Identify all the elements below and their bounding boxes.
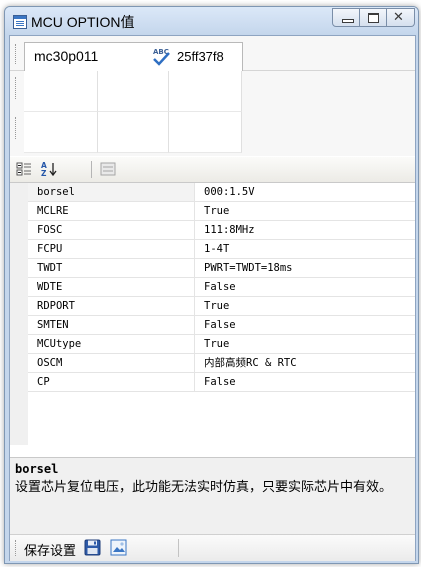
spell-check-icon[interactable]: ABC [150, 45, 172, 67]
client-area: mc30p011 ABC 25ff37f8 A Z borsel 000:1.5… [9, 35, 416, 561]
grid-cell[interactable] [24, 71, 98, 112]
grid-cell[interactable] [24, 112, 98, 153]
grid-cell[interactable] [98, 112, 169, 153]
property-value[interactable]: True [196, 297, 415, 315]
description-pane: borsel 设置芯片复位电压，此功能无法实时仿真，只要实际芯片中有效。 [10, 457, 415, 534]
property-row-mclre[interactable]: MCLRE True [28, 202, 415, 221]
property-grid: borsel 000:1.5V MCLRE True FOSC 111:8MHz… [10, 183, 415, 445]
description-title: borsel [15, 462, 59, 476]
property-name: RDPORT [28, 297, 195, 315]
bottom-toolstrip: 保存设置 [10, 534, 415, 561]
property-name: SMTEN [28, 316, 195, 334]
property-name: FCPU [28, 240, 195, 258]
grid-cell[interactable] [169, 71, 242, 112]
property-name: WDTE [28, 278, 195, 296]
toolbar-separator [91, 161, 92, 178]
property-row-oscm[interactable]: OSCM 内部高频RC & RTC [28, 354, 415, 373]
property-value[interactable]: 000:1.5V [196, 183, 415, 201]
categorized-icon[interactable] [16, 161, 32, 177]
property-value[interactable]: 111:8MHz [196, 221, 415, 239]
property-row-fcpu[interactable]: FCPU 1-4T [28, 240, 415, 259]
title-bar[interactable]: MCU OPTION值 ✕ [5, 7, 418, 35]
property-value[interactable]: True [196, 335, 415, 353]
mcu-option-window: MCU OPTION值 ✕ mc30p011 ABC 25ff37f8 A Z … [4, 6, 419, 564]
maximize-icon [368, 13, 379, 23]
property-row-twdt[interactable]: TWDT PWRT=TWDT=18ms [28, 259, 415, 278]
property-value[interactable]: False [196, 278, 415, 296]
property-name: CP [28, 373, 195, 391]
top-toolstrip: mc30p011 ABC 25ff37f8 [10, 36, 415, 72]
app-icon [13, 15, 27, 29]
tab-id-value: 25ff37f8 [177, 49, 224, 64]
grid-grip-1 [15, 77, 18, 99]
minimize-icon [342, 19, 354, 23]
property-row-fosc[interactable]: FOSC 111:8MHz [28, 221, 415, 240]
property-row-rdport[interactable]: RDPORT True [28, 297, 415, 316]
property-name: borsel [28, 183, 195, 201]
floppy-disk-icon[interactable] [84, 539, 101, 556]
property-row-mcutype[interactable]: MCUtype True [28, 335, 415, 354]
property-row-borsel[interactable]: borsel 000:1.5V [28, 183, 415, 202]
window-title: MCU OPTION值 [31, 14, 135, 30]
property-name: TWDT [28, 259, 195, 277]
tab-mc30p011[interactable]: mc30p011 ABC 25ff37f8 [24, 42, 243, 72]
property-value[interactable]: False [196, 316, 415, 334]
grid-grip-2 [15, 117, 18, 139]
grid-margin [10, 183, 28, 445]
image-icon[interactable] [110, 539, 127, 556]
description-text: 设置芯片复位电压，此功能无法实时仿真，只要实际芯片中有效。 [15, 480, 393, 495]
bottom-grip [15, 540, 18, 556]
property-pages-icon[interactable] [100, 161, 116, 177]
property-name: FOSC [28, 221, 195, 239]
property-grid-toolbar: A Z [10, 157, 415, 183]
svg-text:Z: Z [41, 169, 47, 177]
property-row-smten[interactable]: SMTEN False [28, 316, 415, 335]
grid-cell[interactable] [169, 112, 242, 153]
property-value[interactable]: False [196, 373, 415, 391]
toolstrip-grip[interactable] [15, 44, 18, 64]
save-settings-button[interactable]: 保存设置 [24, 540, 76, 559]
maximize-button[interactable] [360, 8, 387, 27]
minimize-button[interactable] [332, 8, 360, 27]
property-value[interactable]: 1-4T [196, 240, 415, 258]
property-name: MCLRE [28, 202, 195, 220]
property-value[interactable]: 内部高频RC & RTC [196, 354, 415, 372]
property-name: MCUtype [28, 335, 195, 353]
grid-cell[interactable] [98, 71, 169, 112]
property-row-wdte[interactable]: WDTE False [28, 278, 415, 297]
close-icon: ✕ [393, 10, 404, 25]
bottom-separator [178, 539, 179, 557]
sort-alpha-icon[interactable]: A Z [40, 161, 60, 177]
blank-grid-area [10, 71, 415, 156]
property-name: OSCM [28, 354, 195, 372]
tab-label: mc30p011 [34, 48, 99, 64]
close-button[interactable]: ✕ [387, 8, 415, 27]
property-value[interactable]: True [196, 202, 415, 220]
property-value[interactable]: PWRT=TWDT=18ms [196, 259, 415, 277]
property-row-cp[interactable]: CP False [28, 373, 415, 392]
